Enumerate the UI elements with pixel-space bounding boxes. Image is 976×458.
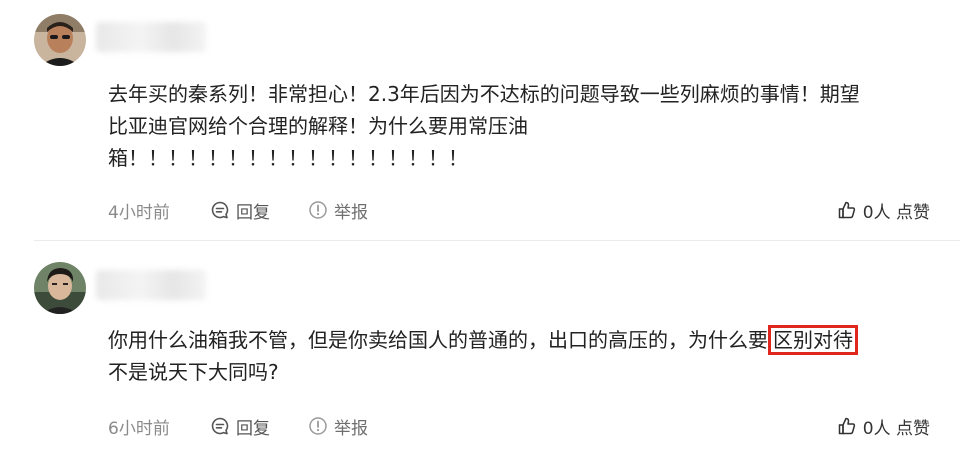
comment-text-part: 你用什么油箱我不管，但是你卖给国人的普通的，出口的高压的，为什么要 bbox=[108, 328, 768, 352]
comment-text-part: 不是说天下大同吗? bbox=[108, 360, 279, 384]
exclamation-circle-icon bbox=[309, 417, 327, 435]
avatar[interactable] bbox=[34, 14, 86, 66]
comment-time: 6小时前 bbox=[108, 418, 170, 439]
exclamation-circle-icon bbox=[309, 201, 327, 219]
highlighted-phrase: 区别对待 bbox=[768, 325, 858, 355]
reply-label: 回复 bbox=[236, 202, 270, 223]
report-button[interactable]: 举报 bbox=[308, 414, 368, 439]
avatar-photo bbox=[34, 14, 86, 66]
comment-item: 去年买的秦系列！非常担心！2.3年后因为不达标的问题导致一些列麻烦的事情！期望 … bbox=[0, 0, 976, 240]
thumbs-up-icon bbox=[838, 417, 855, 435]
like-label: 0人 点赞 bbox=[862, 202, 930, 223]
like-label: 0人 点赞 bbox=[862, 418, 930, 439]
reply-label: 回复 bbox=[236, 418, 270, 439]
reply-button[interactable]: 回复 bbox=[210, 414, 308, 439]
like-button[interactable]: 0人 点赞 bbox=[837, 414, 930, 439]
comment-time: 4小时前 bbox=[108, 202, 170, 223]
thumbs-up-icon bbox=[838, 201, 855, 219]
like-button[interactable]: 0人 点赞 bbox=[837, 198, 930, 223]
report-button[interactable]: 举报 bbox=[308, 198, 368, 223]
comment-text: 去年买的秦系列！非常担心！2.3年后因为不达标的问题导致一些列麻烦的事情！期望 … bbox=[108, 82, 860, 170]
username-blurred bbox=[96, 22, 206, 52]
reply-button[interactable]: 回复 bbox=[210, 198, 308, 223]
report-label: 举报 bbox=[334, 202, 368, 223]
comment-bubble-icon bbox=[211, 201, 229, 219]
comment-bubble-icon bbox=[211, 417, 229, 435]
report-label: 举报 bbox=[334, 418, 368, 439]
avatar-photo bbox=[34, 262, 86, 314]
comment-actions: 6小时前 回复 举报 0人 点赞 bbox=[108, 412, 930, 440]
comment-item: 你用什么油箱我不管，但是你卖给国人的普通的，出口的高压的，为什么要 区别对待 不是… bbox=[0, 240, 976, 458]
avatar[interactable] bbox=[34, 262, 86, 314]
comment-text: 你用什么油箱我不管，但是你卖给国人的普通的，出口的高压的，为什么要 区别对待 不是… bbox=[108, 324, 938, 388]
comment-actions: 4小时前 回复 举报 0人 点赞 bbox=[108, 196, 930, 224]
username-blurred bbox=[96, 270, 206, 300]
